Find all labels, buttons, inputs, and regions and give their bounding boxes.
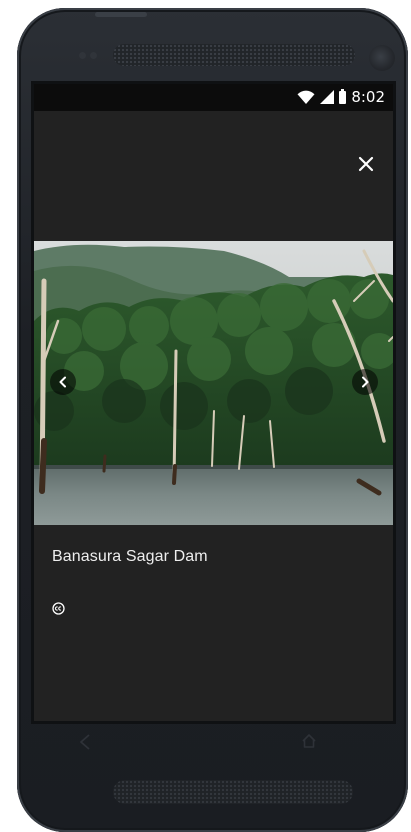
close-button[interactable] xyxy=(352,150,380,178)
screen: 8:02 Banasura Sagar Dam xyxy=(34,84,393,721)
status-bar: 8:02 xyxy=(34,84,393,111)
photo-caption: Banasura Sagar Dam xyxy=(52,548,208,565)
front-camera xyxy=(369,45,395,71)
back-icon[interactable] xyxy=(78,734,92,750)
creative-commons-icon[interactable] xyxy=(52,602,65,615)
signal-icon xyxy=(320,90,335,104)
bottom-speaker xyxy=(113,780,353,804)
battery-icon xyxy=(339,88,347,104)
next-photo-button[interactable] xyxy=(352,369,378,395)
earpiece-speaker xyxy=(113,44,355,66)
home-icon[interactable] xyxy=(301,733,317,749)
status-time: 8:02 xyxy=(351,88,385,106)
sensor-dots xyxy=(79,52,103,60)
power-button xyxy=(95,12,147,17)
chevron-right-icon xyxy=(362,376,369,388)
close-icon xyxy=(358,156,374,172)
previous-photo-button[interactable] xyxy=(50,369,76,395)
gallery-photo[interactable] xyxy=(34,241,393,525)
chevron-left-icon xyxy=(59,376,66,388)
wifi-icon xyxy=(297,90,315,104)
